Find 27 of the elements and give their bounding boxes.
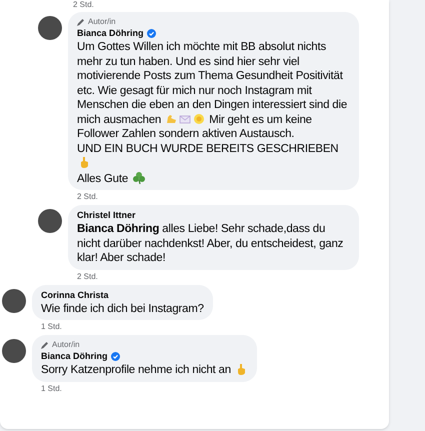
avatar-photo-placeholder[interactable] (2, 288, 26, 312)
verified-badge-icon (146, 29, 156, 38)
author-label: Autor/in (52, 339, 80, 350)
timestamp[interactable]: 2 Std. (73, 0, 389, 9)
author-name[interactable]: Christel Ittner (77, 209, 136, 222)
flower-icon (193, 112, 206, 124)
comment-text: Bianca Döhring alles Liebe! Sehr schade,dass du nicht darüber nachdenkst! Aber, du entscheidest, ganz klar! Aber schade! (77, 222, 344, 266)
author-name[interactable]: Bianca Döhring (77, 27, 144, 40)
timestamp[interactable]: 1 Std. (41, 321, 213, 332)
pencil-icon (41, 340, 49, 348)
author-name[interactable]: Corinna Christa (41, 288, 109, 302)
timestamp[interactable]: 2 Std. (77, 191, 359, 202)
pencil-icon (77, 18, 85, 26)
envelope-icon (179, 112, 192, 124)
comment-text: Um Gottes Willen ich möchte mit BB absolut nichts mehr zu tun haben. Und es sind hier sehr viel motivierende Posts zum Thema Gesundheit Positivität etc. Wie gesagt für mich nur noch Instagram mit Menschen die eben an den Dingen interessiert sind die mich ausmachen Mir geht es um keine Follower Zahlen sondern aktiven Austausch. UND EIN BUCH WURDE BEREITS GESCHRIEBEN Alles Gute (77, 40, 348, 186)
avatar-photo-placeholder[interactable] (2, 339, 26, 363)
comment-text: Sorry Katzenprofile nehme ich nicht an (41, 363, 248, 378)
verified-badge-icon (110, 352, 120, 361)
comment-text: Wie finde ich dich bei Instagram? (41, 302, 204, 316)
avatar-photo-placeholder[interactable] (38, 209, 62, 233)
clover-icon (132, 170, 146, 184)
author-label: Autor/in (88, 16, 116, 27)
pointing-hand-icon (78, 156, 90, 168)
timestamp[interactable]: 2 Std. (77, 270, 359, 282)
timestamp[interactable]: 1 Std. (41, 382, 257, 394)
avatar-photo-placeholder[interactable] (38, 16, 62, 40)
author-name[interactable]: Bianca Döhring (41, 350, 108, 363)
